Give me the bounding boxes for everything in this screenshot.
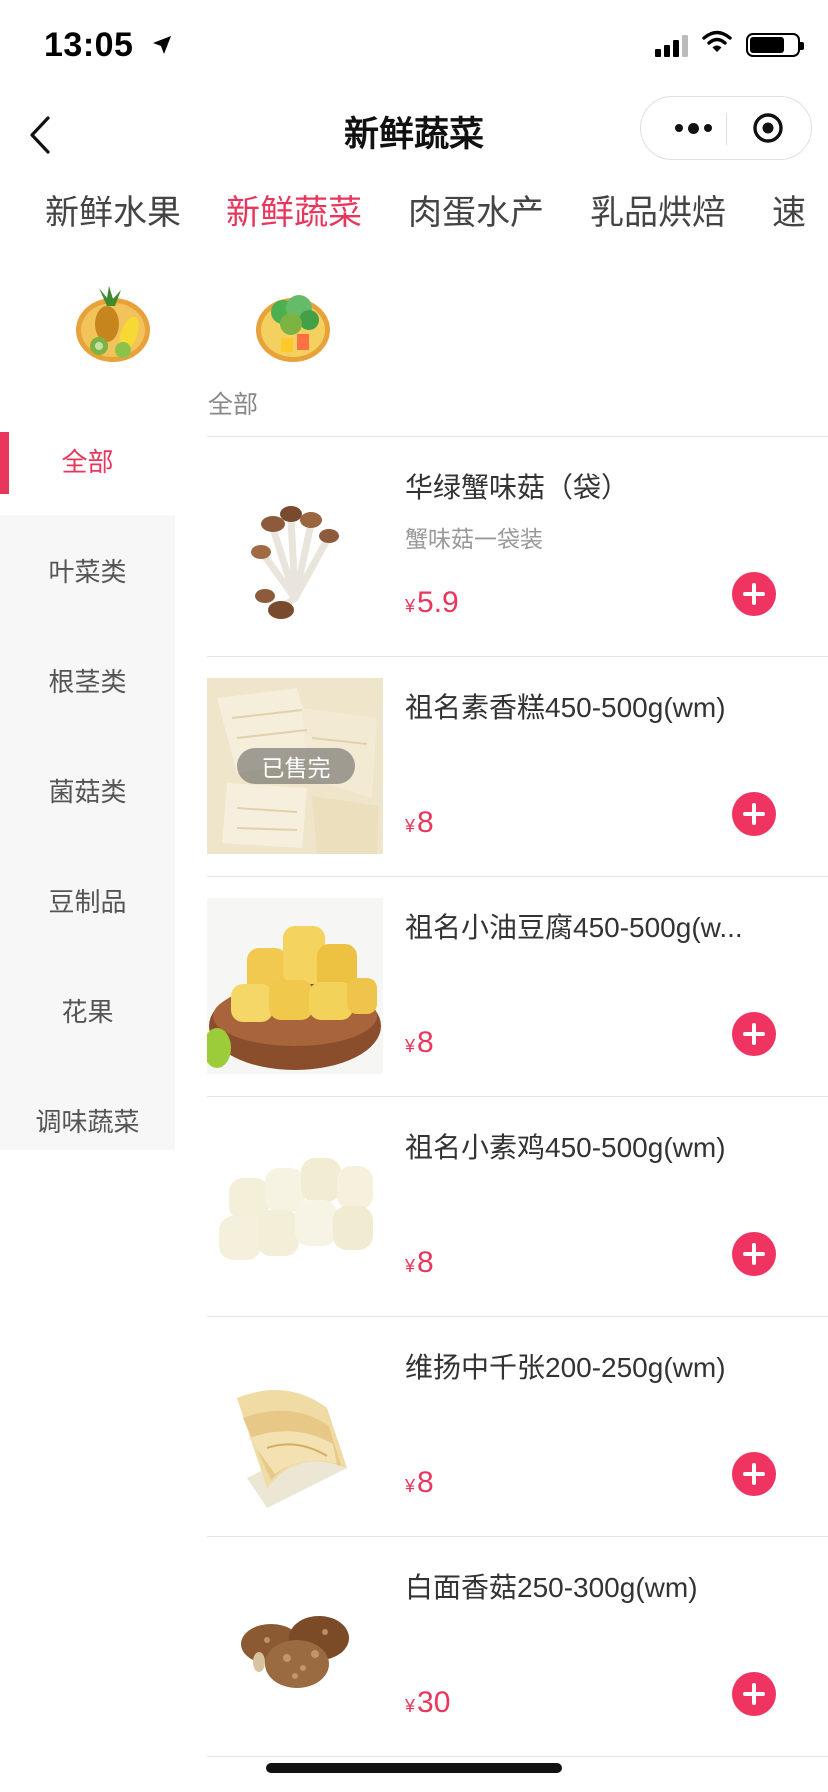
sidebar-item-label: 调味蔬菜 bbox=[35, 1106, 140, 1137]
sidebar-item-fruit-vegetables[interactable]: 花果 bbox=[0, 955, 175, 1065]
category-tabs: 新鲜水果 新鲜蔬菜 肉蛋水产 乳品烘焙 速 bbox=[0, 185, 828, 245]
sidebar-item-label: 菌菇类 bbox=[48, 776, 127, 807]
product-price: ¥8 bbox=[405, 1246, 434, 1279]
product-image-shiitake[interactable] bbox=[207, 1558, 383, 1734]
sidebar-item-label: 花果 bbox=[61, 996, 114, 1027]
subcategory-sidebar: 全部 叶菜类 根茎类 菌菇类 豆制品 花果 调味蔬菜 bbox=[0, 405, 175, 1150]
add-to-cart-button[interactable] bbox=[732, 1672, 776, 1716]
cellular-signal-icon bbox=[655, 33, 688, 57]
mini-program-capsule bbox=[640, 96, 812, 160]
active-indicator bbox=[0, 432, 9, 494]
vegetable-category-icon[interactable] bbox=[253, 284, 333, 364]
product-image-fried-tofu[interactable] bbox=[207, 898, 383, 1074]
sidebar-item-mushrooms[interactable]: 菌菇类 bbox=[0, 735, 175, 845]
product-price: ¥8 bbox=[405, 1026, 434, 1059]
location-arrow-icon bbox=[151, 26, 173, 65]
product-item[interactable]: 已售完 祖名素香糕450-500g(wm) ¥8 bbox=[207, 656, 828, 876]
sidebar-item-label: 全部 bbox=[61, 446, 114, 477]
product-description: 蟹味菇一袋装 bbox=[405, 526, 543, 552]
tab-fresh-fruit[interactable]: 新鲜水果 bbox=[45, 185, 181, 234]
product-item[interactable]: 华绿蟹味菇（袋） 蟹味菇一袋装 ¥5.9 bbox=[207, 436, 828, 656]
product-price: ¥8 bbox=[405, 1466, 434, 1499]
add-to-cart-button[interactable] bbox=[732, 1012, 776, 1056]
status-indicators bbox=[655, 30, 804, 59]
section-label: 全部 bbox=[208, 391, 259, 419]
tab-dairy-bakery[interactable]: 乳品烘焙 bbox=[590, 185, 726, 234]
sidebar-item-tofu-products[interactable]: 豆制品 bbox=[0, 845, 175, 955]
tab-quick-food[interactable]: 速 bbox=[772, 185, 806, 234]
more-options-button[interactable] bbox=[663, 97, 723, 159]
product-item[interactable]: 祖名小素鸡450-500g(wm) ¥8 bbox=[207, 1096, 828, 1316]
product-name: 祖名素香糕450-500g(wm) bbox=[405, 692, 726, 723]
close-mini-program-button[interactable] bbox=[751, 111, 785, 145]
sold-out-badge: 已售完 bbox=[237, 748, 355, 784]
battery-icon bbox=[746, 32, 804, 57]
product-item[interactable]: 维扬中千张200-250g(wm) ¥8 bbox=[207, 1316, 828, 1536]
product-image-tofu-skin[interactable] bbox=[207, 1338, 383, 1514]
tab-fresh-vegetables[interactable]: 新鲜蔬菜 bbox=[226, 185, 362, 234]
home-indicator[interactable] bbox=[266, 1763, 562, 1773]
product-image-mushroom[interactable] bbox=[207, 458, 383, 634]
status-time: 13:05 bbox=[44, 26, 173, 65]
add-to-cart-button[interactable] bbox=[732, 1452, 776, 1496]
sidebar-item-label: 根茎类 bbox=[48, 666, 127, 697]
product-price: ¥8 bbox=[405, 806, 434, 839]
sidebar-item-label: 豆制品 bbox=[48, 886, 127, 917]
product-name: 白面香菇250-300g(wm) bbox=[405, 1572, 698, 1603]
wifi-icon bbox=[702, 30, 732, 59]
add-to-cart-button[interactable] bbox=[732, 572, 776, 616]
sidebar-item-label: 叶菜类 bbox=[48, 556, 127, 587]
product-item[interactable]: 祖名小油豆腐450-500g(w... ¥8 bbox=[207, 876, 828, 1096]
product-name: 华绿蟹味菇（袋） bbox=[405, 472, 630, 503]
list-divider bbox=[207, 1756, 828, 1757]
product-name: 祖名小油豆腐450-500g(w... bbox=[405, 912, 743, 943]
fruit-category-icon[interactable] bbox=[73, 284, 153, 364]
add-to-cart-button[interactable] bbox=[732, 792, 776, 836]
sidebar-item-leafy-greens[interactable]: 叶菜类 bbox=[0, 515, 175, 625]
product-image-vegetarian-chicken[interactable] bbox=[207, 1118, 383, 1294]
sidebar-item-root-vegetables[interactable]: 根茎类 bbox=[0, 625, 175, 735]
sidebar-item-all[interactable]: 全部 bbox=[0, 405, 175, 515]
product-item[interactable]: 白面香菇250-300g(wm) ¥30 bbox=[207, 1536, 828, 1756]
product-name: 维扬中千张200-250g(wm) bbox=[405, 1352, 726, 1383]
add-to-cart-button[interactable] bbox=[732, 1232, 776, 1276]
product-image-tofu-cake[interactable]: 已售完 bbox=[207, 678, 383, 854]
sidebar-item-seasoning-vegetables[interactable]: 调味蔬菜 bbox=[0, 1065, 175, 1175]
product-price: ¥5.9 bbox=[405, 586, 459, 619]
product-price: ¥30 bbox=[405, 1686, 451, 1719]
product-name: 祖名小素鸡450-500g(wm) bbox=[405, 1132, 726, 1163]
tab-meat-eggs-seafood[interactable]: 肉蛋水产 bbox=[408, 185, 544, 234]
target-icon bbox=[753, 113, 783, 143]
